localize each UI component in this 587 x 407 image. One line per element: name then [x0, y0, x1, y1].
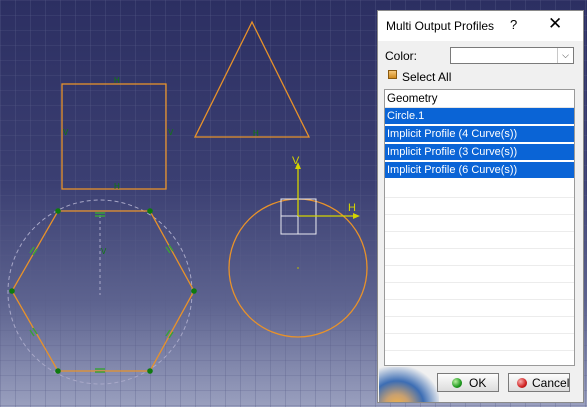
list-divider — [385, 265, 574, 266]
list-divider — [385, 231, 574, 232]
list-divider — [385, 197, 574, 198]
cancel-label: Cancel — [532, 376, 570, 390]
list-divider — [385, 350, 574, 351]
square-top-h-constraint: H — [114, 76, 120, 85]
help-button[interactable]: ? — [510, 17, 517, 32]
select-all-label[interactable]: Select All — [402, 70, 451, 84]
square-left-v-constraint: V — [63, 128, 69, 137]
dialog-decoration-image — [379, 367, 439, 402]
list-header-geometry: Geometry — [385, 90, 574, 108]
list-divider — [385, 248, 574, 249]
multi-output-profiles-dialog: Multi Output Profiles ? ✕ Color: ⌵ Selec… — [377, 10, 584, 403]
chevron-down-icon[interactable]: ⌵ — [557, 48, 573, 63]
list-divider — [385, 333, 574, 334]
list-divider — [385, 282, 574, 283]
color-dropdown[interactable]: ⌵ — [450, 47, 574, 64]
dialog-titlebar[interactable]: Multi Output Profiles ? ✕ — [378, 11, 583, 41]
ok-label: OK — [469, 376, 487, 390]
list-item-implicit-profile-6[interactable]: Implicit Profile (6 Curve(s)) — [385, 162, 574, 179]
list-divider — [385, 214, 574, 215]
cancel-button[interactable]: Cancel — [508, 373, 570, 392]
ok-icon — [452, 378, 462, 388]
cancel-icon — [517, 378, 527, 388]
square-bottom-h-constraint: H — [114, 182, 120, 191]
hexagon-v-constraint: V — [101, 247, 107, 256]
color-value — [453, 50, 556, 61]
triangle-base-h-constraint: H — [253, 129, 259, 138]
circle-center — [297, 267, 299, 269]
select-all-checkbox[interactable] — [388, 70, 397, 79]
ok-button[interactable]: OK — [437, 373, 499, 392]
geometry-list[interactable]: Geometry Circle.1 Implicit Profile (4 Cu… — [384, 89, 575, 366]
dialog-title: Multi Output Profiles — [386, 19, 495, 33]
list-item-circle[interactable]: Circle.1 — [385, 108, 574, 125]
list-item-implicit-profile-4[interactable]: Implicit Profile (4 Curve(s)) — [385, 126, 574, 143]
list-item-implicit-profile-3[interactable]: Implicit Profile (3 Curve(s)) — [385, 144, 574, 161]
color-label: Color: — [385, 49, 418, 63]
list-divider — [385, 299, 574, 300]
v-axis-label: V — [292, 155, 300, 167]
list-divider — [385, 316, 574, 317]
close-button[interactable]: ✕ — [548, 14, 562, 34]
h-axis-label: H — [348, 202, 356, 214]
square-right-v-constraint: V — [168, 128, 174, 137]
